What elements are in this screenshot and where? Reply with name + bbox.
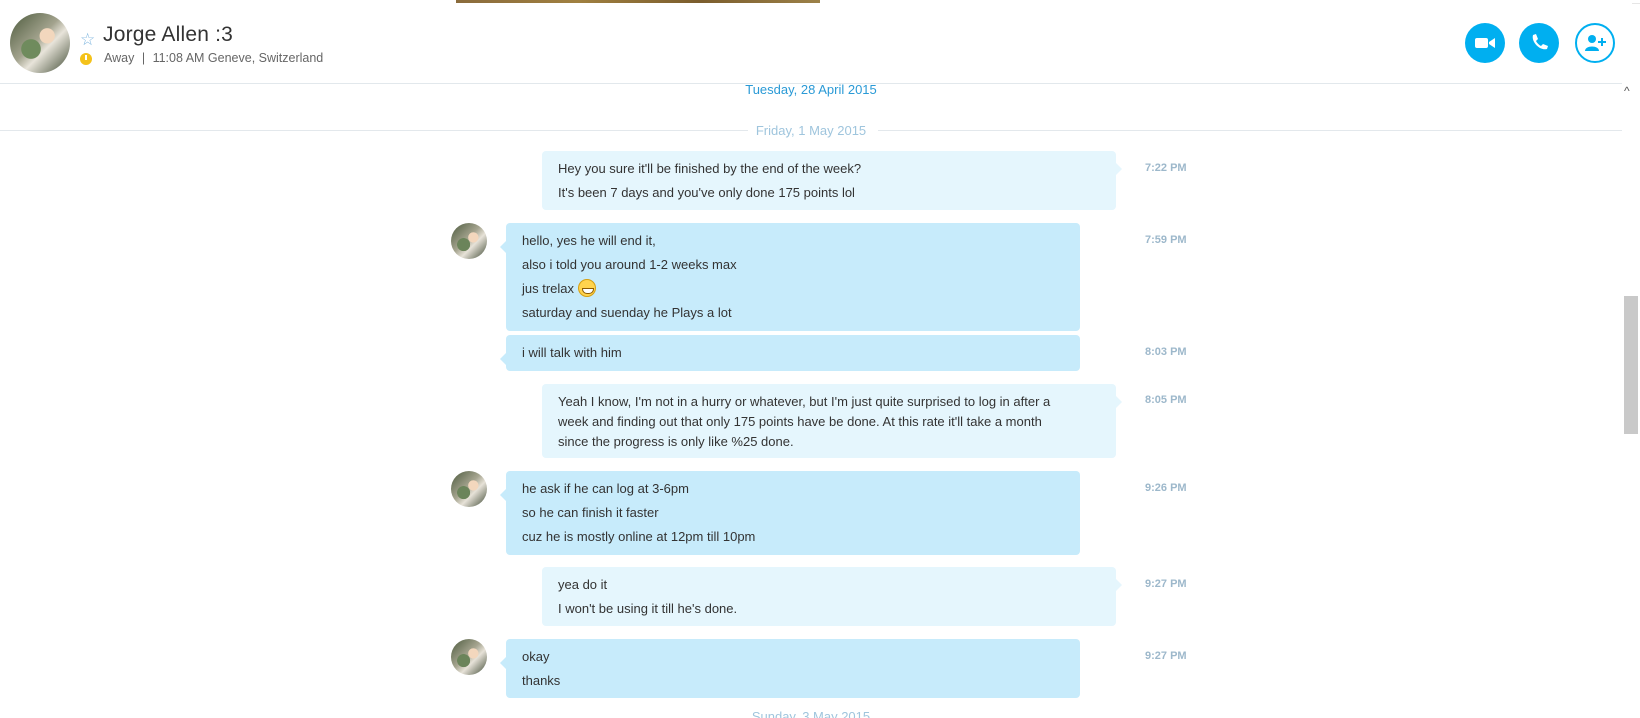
date-separator: Tuesday, 28 April 2015 [745,82,877,97]
message-text: so he can finish it faster [522,505,659,520]
clock-icon [80,53,92,65]
status-separator: | [141,51,146,65]
message-bubble-incoming[interactable]: i will talk with him [500,335,1080,371]
message-text: thanks [522,673,561,688]
smile-icon [577,279,596,297]
message-text: okay [522,649,550,664]
contact-name[interactable]: Jorge Allen :3 [103,23,233,47]
message-text: I won't be using it till he's done. [558,601,738,616]
conversation-header: ☆ Jorge Allen :3 Away | 11:08 AM Geneve,… [0,3,1632,84]
message-time: 9:26 PM [1145,482,1187,494]
date-separator: Friday, 1 May 2015 [755,123,867,138]
message-bubble-incoming[interactable]: okay thanks [500,639,1080,698]
phone-icon [1532,34,1548,50]
contact-status-line: Away | 11:08 AM Geneve, Switzerland [104,51,323,65]
message-time: 7:59 PM [1145,234,1187,246]
date-separator: Sunday, 3 May 2015 [751,709,871,718]
message-text: since the progress is only like %25 done… [558,434,794,449]
scroll-thumb[interactable] [1624,296,1638,434]
message-text: he ask if he can log at 3-6pm [522,481,689,496]
message-text: week and finding out that only 175 point… [558,414,1042,429]
local-time: 11:08 AM Geneve, Switzerland [152,51,324,65]
message-bubble-incoming[interactable]: hello, yes he will end it, also i told y… [500,223,1080,331]
message-bubble-incoming[interactable]: he ask if he can log at 3-6pm so he can … [500,471,1080,555]
message-text: also i told you around 1-2 weeks max [522,257,737,272]
message-bubble-outgoing[interactable]: Yeah I know, I'm not in a hurry or whate… [542,384,1122,458]
message-time: 8:05 PM [1145,394,1187,406]
message-bubble-outgoing[interactable]: Hey you sure it'll be finished by the en… [542,151,1122,210]
message-time: 9:27 PM [1145,578,1187,590]
message-text: hello, yes he will end it, [522,233,656,248]
star-icon[interactable]: ☆ [80,30,95,50]
sender-avatar[interactable] [451,639,487,675]
message-text: It's been 7 days and you've only done 17… [558,185,855,200]
message-text: Hey you sure it'll be finished by the en… [558,161,862,176]
message-text: jus trelax [522,281,575,296]
message-text: cuz he is mostly online at 12pm till 10p… [522,529,756,544]
add-person-icon [1585,35,1606,51]
contact-avatar[interactable] [10,13,70,73]
message-text: saturday and suenday he Plays a lot [522,305,732,320]
video-call-button[interactable] [1465,23,1505,63]
message-text: i will talk with him [522,345,622,360]
message-line-with-emoji: jus trelax [522,279,1064,299]
scroll-up-icon[interactable]: ^ [1624,84,1630,98]
message-text: yea do it [558,577,608,592]
message-time: 7:22 PM [1145,162,1187,174]
sender-avatar[interactable] [451,223,487,259]
add-people-button[interactable] [1575,23,1615,63]
status-text: Away [104,51,135,65]
sender-avatar[interactable] [451,471,487,507]
audio-call-button[interactable] [1519,23,1559,63]
video-icon [1475,38,1495,48]
message-time: 9:27 PM [1145,650,1187,662]
message-bubble-outgoing[interactable]: yea do it I won't be using it till he's … [542,567,1122,626]
message-time: 8:03 PM [1145,346,1187,358]
message-text: Yeah I know, I'm not in a hurry or whate… [558,394,1051,409]
